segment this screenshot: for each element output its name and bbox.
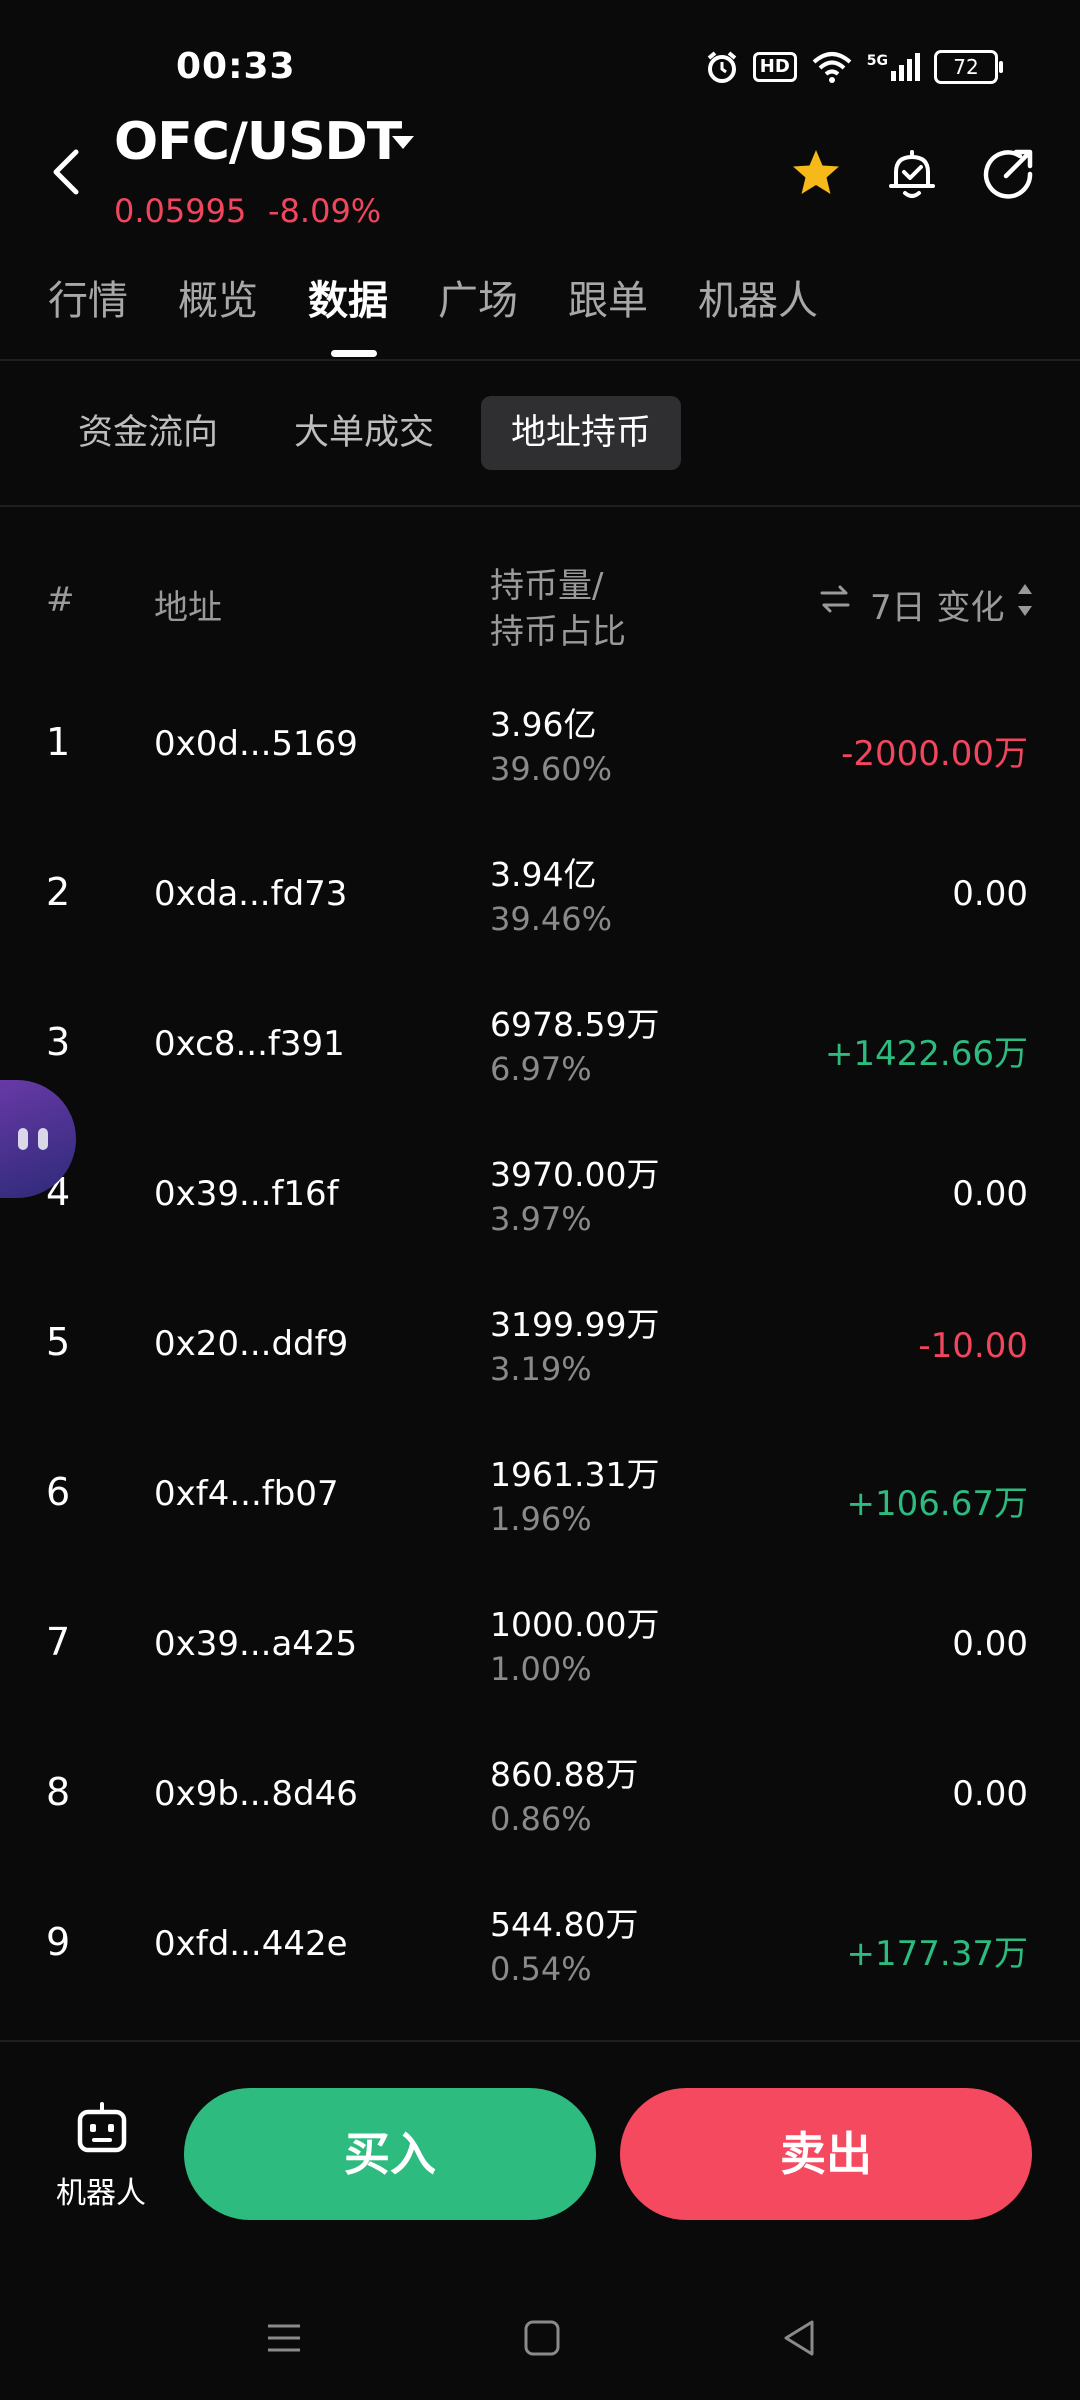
- col-holding-share-header[interactable]: 持币占比: [490, 604, 626, 653]
- row-rank: 8: [46, 1770, 71, 1814]
- row-change: -10.00: [918, 1326, 1028, 1366]
- sell-button[interactable]: 卖出: [620, 2088, 1032, 2220]
- row-rank: 2: [46, 870, 71, 914]
- row-percent: 3.19%: [490, 1350, 592, 1388]
- row-amount: 6978.59万: [490, 1005, 660, 1044]
- buy-button[interactable]: 买入: [184, 2088, 596, 2220]
- star-icon[interactable]: [788, 146, 844, 202]
- status-icons: HD 5G 72: [705, 50, 1003, 84]
- row-address[interactable]: 0xda...fd73: [154, 874, 347, 914]
- row-amount: 3.96亿: [490, 705, 597, 744]
- row-amount: 544.80万: [490, 1905, 639, 1944]
- swap-arrows-icon[interactable]: [818, 582, 852, 616]
- divider: [0, 2040, 1080, 2042]
- subtab-address-holdings[interactable]: 地址持币: [481, 396, 682, 470]
- network-type: 5G: [866, 53, 888, 69]
- row-change: 0.00: [952, 1624, 1028, 1664]
- row-address[interactable]: 0x39...a425: [154, 1624, 357, 1664]
- row-change: 0.00: [952, 874, 1028, 914]
- row-address[interactable]: 0xf4...fb07: [154, 1474, 339, 1514]
- tab-market[interactable]: 行情: [48, 268, 128, 326]
- sort-icon[interactable]: [1014, 580, 1036, 620]
- row-percent: 39.60%: [490, 750, 613, 788]
- row-change: -2000.00万: [841, 734, 1028, 774]
- price-change: -8.09%: [268, 192, 382, 230]
- row-change: +106.67万: [846, 1484, 1028, 1524]
- row-percent: 1.00%: [490, 1650, 592, 1688]
- row-percent: 0.86%: [490, 1800, 592, 1838]
- row-rank: 1: [46, 720, 71, 764]
- row-rank: 3: [46, 1020, 71, 1064]
- subtab-large-orders[interactable]: 大单成交: [264, 396, 464, 470]
- pair-dropdown-icon[interactable]: [392, 136, 414, 149]
- row-amount: 3199.99万: [490, 1305, 660, 1344]
- row-change: 0.00: [952, 1774, 1028, 1814]
- last-price: 0.05995: [114, 192, 247, 230]
- share-icon[interactable]: [980, 146, 1036, 202]
- tab-overview[interactable]: 概览: [178, 268, 258, 326]
- status-time: 00:33: [176, 46, 296, 87]
- wifi-icon: [812, 52, 852, 83]
- row-percent: 3.97%: [490, 1200, 592, 1238]
- home-icon[interactable]: [520, 2316, 564, 2360]
- robot-label[interactable]: 机器人: [56, 2168, 146, 2212]
- tab-copy-trading[interactable]: 跟单: [568, 268, 648, 326]
- row-address[interactable]: 0x0d...5169: [154, 724, 358, 764]
- floating-eye: [38, 1128, 48, 1150]
- row-rank: 7: [46, 1620, 71, 1664]
- hd-badge: HD: [752, 52, 797, 82]
- col-holding-header[interactable]: 持币量/: [490, 558, 603, 607]
- back-nav-icon[interactable]: [778, 2316, 822, 2360]
- subtab-fund-flow[interactable]: 资金流向: [48, 396, 248, 470]
- col-rank-header: #: [46, 580, 75, 620]
- row-change: +177.37万: [846, 1934, 1028, 1974]
- row-change: 0.00: [952, 1174, 1028, 1214]
- active-tab-indicator: [331, 350, 377, 357]
- tab-square[interactable]: 广场: [438, 268, 518, 326]
- row-address[interactable]: 0xc8...f391: [154, 1024, 345, 1064]
- row-change: +1422.66万: [824, 1034, 1028, 1074]
- main-tabs: 行情 概览 数据 广场 跟单 机器人: [48, 268, 818, 326]
- row-address[interactable]: 0x9b...8d46: [154, 1774, 358, 1814]
- bell-alarm-icon[interactable]: [884, 146, 940, 202]
- tab-bots[interactable]: 机器人: [698, 268, 818, 326]
- row-percent: 1.96%: [490, 1500, 592, 1538]
- row-percent: 6.97%: [490, 1050, 592, 1088]
- row-amount: 3970.00万: [490, 1155, 660, 1194]
- row-amount: 1961.31万: [490, 1455, 660, 1494]
- row-amount: 3.94亿: [490, 855, 597, 894]
- back-arrow-icon[interactable]: [48, 146, 84, 198]
- menu-icon[interactable]: [262, 2316, 306, 2360]
- row-amount: 860.88万: [490, 1755, 639, 1794]
- row-rank: 5: [46, 1320, 71, 1364]
- row-amount: 1000.00万: [490, 1605, 660, 1644]
- row-address[interactable]: 0xfd...442e: [154, 1924, 348, 1964]
- row-percent: 39.46%: [490, 900, 613, 938]
- battery-indicator: 72: [934, 50, 1003, 84]
- col-change-header[interactable]: 7日 变化: [870, 580, 1004, 629]
- row-percent: 0.54%: [490, 1950, 592, 1988]
- row-rank: 9: [46, 1920, 71, 1964]
- floating-eye: [18, 1128, 28, 1150]
- robot-icon[interactable]: [74, 2102, 130, 2154]
- divider: [0, 505, 1080, 507]
- row-rank: 6: [46, 1470, 71, 1514]
- pair-title[interactable]: OFC/USDT: [114, 112, 402, 172]
- alarm-clock-icon: [707, 51, 737, 83]
- row-address[interactable]: 0x20...ddf9: [154, 1324, 348, 1364]
- row-address[interactable]: 0x39...f16f: [154, 1174, 339, 1214]
- divider: [0, 359, 1080, 361]
- cellular-signal-icon: 5G: [867, 53, 920, 81]
- col-address-header: 地址: [154, 588, 222, 628]
- tab-data[interactable]: 数据: [308, 268, 388, 326]
